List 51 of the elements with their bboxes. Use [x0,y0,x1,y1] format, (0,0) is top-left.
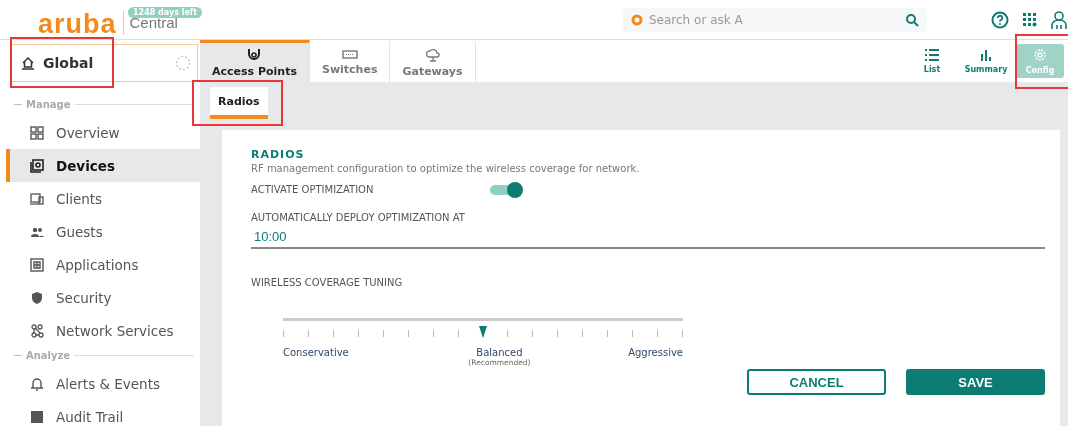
section-title: RADIOS [251,148,306,161]
help-icon[interactable] [991,10,1009,29]
loading-icon [175,55,191,71]
time-field[interactable]: 10:00 [251,229,1045,249]
nav-item[interactable]: Devices [6,149,200,182]
nav-item[interactable]: Network Services [6,314,200,347]
cancel-button[interactable]: CANCEL [747,369,886,395]
nav-item[interactable]: Guests [6,215,200,248]
field-label: WIRELESS COVERAGE TUNING [251,277,404,288]
field-label: AUTOMATICALLY DEPLOY OPTIMIZATION AT [251,212,466,223]
slider-label: Aggressive [628,347,683,360]
bell-icon [30,376,44,391]
scope-selector[interactable]: Global [10,44,198,82]
nav-item[interactable]: Applications [6,248,200,281]
switch-icon [341,49,358,60]
slider-thumb[interactable] [479,326,487,338]
license-badge: 1248 days left [128,7,203,18]
save-button[interactable]: SAVE [906,369,1045,395]
search-field[interactable]: Search or ask A [623,7,927,32]
highlight-frame [1015,34,1068,89]
grid-icon [30,125,44,140]
section-heading: Analyze [26,349,71,361]
section-description: RF management configuration to optimize the wireless coverage for network. [251,163,641,174]
slider-label: Balanced [476,347,523,358]
user-icon[interactable] [1051,10,1067,29]
gear-icon [1033,47,1047,62]
cloud-gateway-icon [424,47,441,62]
monitor-phone-icon [30,191,44,206]
search-icon[interactable] [905,12,919,27]
nav-item[interactable]: Alerts & Events [6,367,200,400]
nav-item[interactable]: Audit Trail [6,400,200,426]
logo: aruba [38,9,117,39]
apps-grid-icon[interactable] [1023,12,1037,27]
section-heading: Manage [26,98,71,110]
nav-item[interactable]: Security [6,281,200,314]
network-nodes-icon [30,323,44,338]
sub-tab[interactable]: Radios [210,87,268,119]
device-icon [30,158,44,173]
toggle-switch[interactable] [490,184,520,195]
nav-item[interactable]: Clients [6,182,200,215]
device-tab[interactable]: Access Points [200,40,310,82]
home-icon [21,56,35,70]
shield-icon [30,290,44,305]
app-tile-icon [30,257,44,272]
nav-item[interactable]: Overview [6,116,200,149]
list-icon [925,48,939,61]
access-point-icon [247,47,262,62]
bar-chart-icon [980,48,992,61]
slider-label: Conservative [283,347,349,360]
field-label: ACTIVATE OPTIMIZATION [251,184,375,195]
audit-trail-icon [30,409,44,424]
